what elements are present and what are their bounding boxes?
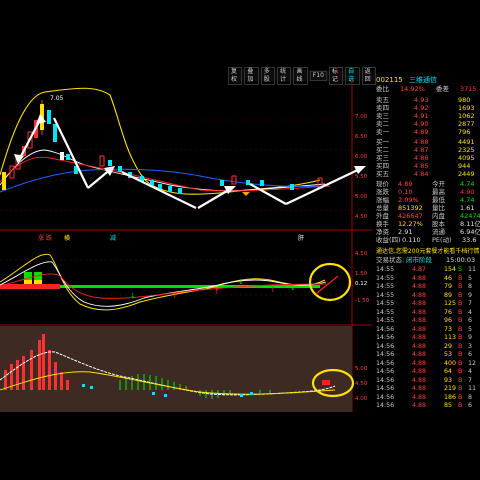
tick-row: 14:56 4.88 29 B 3 <box>376 342 473 350</box>
kline-chart[interactable]: 7.05 7.00 6.50 6.00 5.50 5.00 4.50 涨 跌 横… <box>0 80 372 412</box>
stat-row: 现价 4.89 今开 4.74 <box>376 180 475 188</box>
svg-text:6.50: 6.50 <box>355 134 368 140</box>
stat-row: 收益(四) 0.110 PE(动) 33.6 <box>376 236 477 244</box>
tick-row: 14:55 4.87 154 S 11 <box>376 266 477 273</box>
tick-row: 14:56 4.88 64 B 4 <box>376 368 473 375</box>
ask-row: 卖一 4.89 796 <box>376 128 471 136</box>
svg-text:肝: 肝 <box>298 235 304 242</box>
tick-row: 14:56 4.88 113 B 9 <box>376 334 473 341</box>
tick-row: 14:56 4.88 186 B 8 <box>376 393 473 401</box>
svg-text:减: 减 <box>110 234 116 242</box>
svg-text:6.00: 6.00 <box>355 154 368 160</box>
svg-text:-1.50: -1.50 <box>355 298 370 304</box>
svg-text:4.00: 4.00 <box>355 396 368 402</box>
trading-screen: 复权 叠加 多股 统计 画线 F10 标记 自选 返回 7.05 7.00 6.… <box>0 66 480 412</box>
tick-row: 14:56 4.88 400 B 12 <box>376 359 477 367</box>
tick-row: 14:56 4.88 73 B 5 <box>376 325 473 333</box>
svg-text:4.50: 4.50 <box>355 251 368 257</box>
upper-band-line <box>0 87 321 195</box>
stock-name: 三维通信 <box>408 76 437 84</box>
ask-row: 卖四 4.92 1693 <box>376 104 475 112</box>
svg-text:5.00: 5.00 <box>355 366 368 372</box>
svg-text:横: 横 <box>64 234 70 242</box>
high-price-marker: 7.05 <box>50 95 64 102</box>
svg-text:↑: ↑ <box>270 286 276 294</box>
tick-row: 14:55 4.88 89 B 9 <box>376 291 473 299</box>
stat-row: 总量 851392 量比 1.61 <box>376 204 475 212</box>
tick-row: 14:55 4.88 79 B 8 <box>376 283 473 290</box>
stat-row: 净资 2.91 流通 6.94亿 <box>376 228 480 236</box>
stat-row: 外盘426647内盘424745 <box>376 212 480 220</box>
stat-row: 涨幅 2.09% 最低 4.74 <box>376 196 475 204</box>
svg-text:↑: ↑ <box>172 292 178 300</box>
svg-text:涨: 涨 <box>38 234 44 242</box>
ma-blue-line <box>0 168 326 193</box>
bid-row: 买三 4.86 4095 <box>376 154 475 162</box>
tick-row: 14:56 4.88 93 B 7 <box>376 376 473 384</box>
svg-text:7.00: 7.00 <box>355 114 368 120</box>
level2-notice[interactable]: 通达信,您需200元套餐才能看千档行情 <box>376 248 480 256</box>
svg-text:4.50: 4.50 <box>355 381 368 387</box>
svg-text:跌: 跌 <box>46 234 52 242</box>
svg-text:0.12: 0.12 <box>355 281 367 287</box>
ask-row: 卖三 4.91 1062 <box>376 112 475 120</box>
tick-row: 14:55 4.88 76 B 4 <box>376 308 473 316</box>
ask-row: 卖五 4.93 980 <box>376 96 471 104</box>
stock-code: 002115 <box>376 76 403 84</box>
tick-row: 14:55 4.88 46 B 5 <box>376 274 473 282</box>
weibi-row: 委比 14.92% 委差 3715 <box>376 85 477 93</box>
bid-row: 买一 4.88 4491 <box>376 138 475 146</box>
svg-text:5.50: 5.50 <box>355 174 368 180</box>
svg-text:↓: ↓ <box>238 278 244 286</box>
stat-row: 换手 12.27% 股本 8.11亿 <box>376 220 480 228</box>
svg-text:5.00: 5.00 <box>355 194 368 200</box>
svg-text:↓: ↓ <box>130 292 136 300</box>
svg-text:↓: ↓ <box>290 284 296 292</box>
svg-text:1.50: 1.50 <box>355 271 368 277</box>
svg-text:4.50: 4.50 <box>355 214 368 220</box>
bid-row: 买二 4.87 2325 <box>376 146 475 154</box>
tick-row: 14:56 4.88 85 B 6 <box>376 402 473 409</box>
bid-row: 买五 4.84 2449 <box>376 170 475 178</box>
trade-status-row: 交易状态: 闭市阶段 15:00:03 <box>376 256 476 264</box>
bid-row: 买四 4.85 944 <box>376 162 471 170</box>
toolbar-button-f10[interactable]: F10 <box>309 70 327 81</box>
stat-row: 涨跌 0.10 最高 4.90 <box>376 188 475 196</box>
tick-row: 14:55 4.88 96 B 6 <box>376 317 473 324</box>
tick-row: 14:56 4.88 219 B 11 <box>376 385 477 392</box>
stock-header: 002115 三维通信 <box>376 75 437 85</box>
tick-row: 14:55 4.88 125 B 7 <box>376 300 473 307</box>
svg-text:↑: ↑ <box>214 288 220 296</box>
ask-row: 卖二 4.90 2877 <box>376 120 475 128</box>
tick-row: 14:56 4.88 53 B 6 <box>376 351 473 358</box>
